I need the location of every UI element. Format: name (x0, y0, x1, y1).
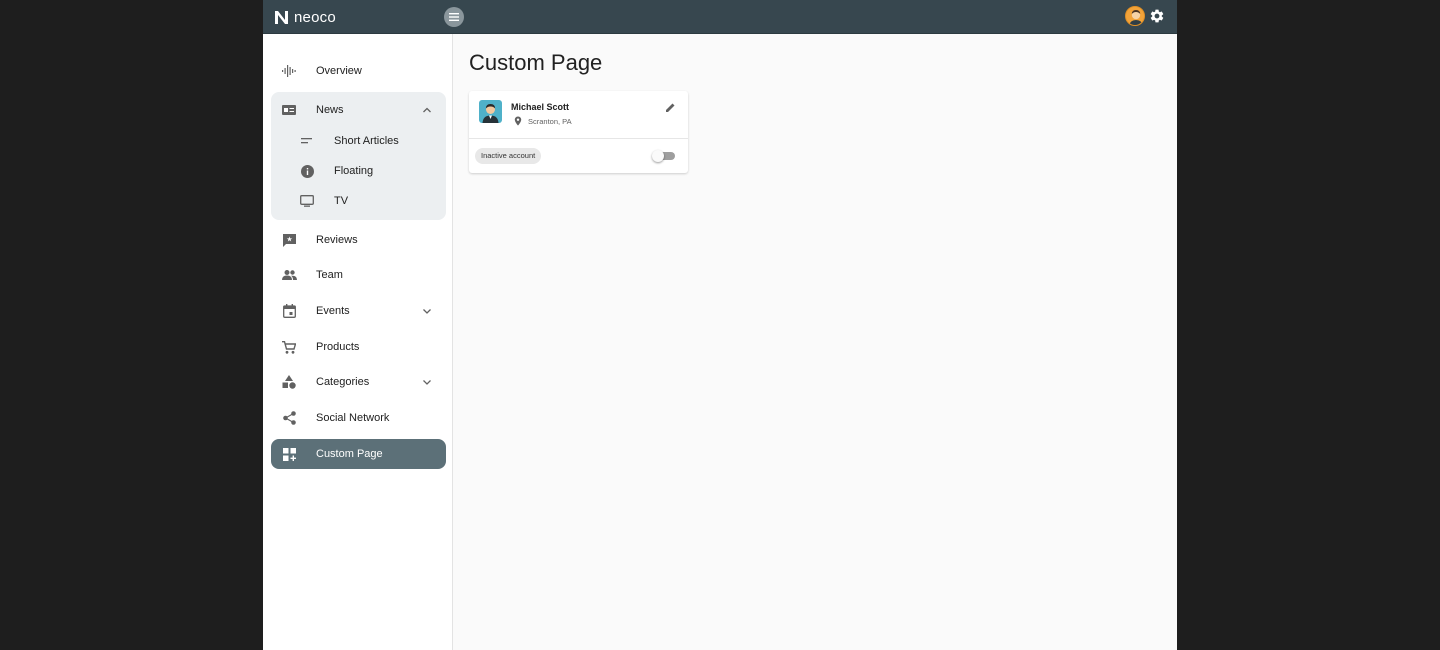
profile-card: Michael Scott Scranton, PA Inactive acco… (469, 91, 688, 173)
sidebar-nav: Overview News Short Articles Floating TV… (263, 34, 453, 650)
toggle-thumb (652, 150, 664, 162)
hamburger-icon (449, 13, 459, 21)
rate-review-icon (281, 232, 297, 248)
neoco-logo-icon (275, 10, 288, 24)
sidebar-item-label: News (316, 104, 344, 116)
chevron-down-icon (423, 380, 431, 385)
chevron-up-icon (423, 107, 431, 113)
account-active-toggle[interactable] (652, 150, 676, 162)
person-avatar-icon (482, 104, 499, 123)
menu-toggle-button[interactable] (444, 7, 464, 27)
brand-logo[interactable]: neoco (273, 8, 336, 26)
sidebar-item-label: Products (316, 341, 360, 353)
sidebar-item-label: Short Articles (334, 135, 399, 147)
brand-name: neoco (294, 8, 336, 26)
info-icon (299, 163, 315, 179)
calendar-icon (281, 303, 297, 319)
waveform-icon (281, 63, 297, 79)
sidebar-item-team[interactable]: Team (271, 260, 446, 290)
sidebar-item-label: Categories (316, 376, 370, 388)
category-icon (281, 374, 297, 390)
user-avatar-icon (1129, 10, 1143, 25)
sidebar-item-reviews[interactable]: Reviews (271, 225, 446, 255)
sidebar-item-label: Reviews (316, 234, 358, 246)
sidebar-item-label: Social Network (316, 412, 390, 424)
sidebar-subitem-tv[interactable]: TV (279, 186, 446, 216)
sidebar-item-label: Events (316, 305, 350, 317)
sidebar-item-label: Custom Page (316, 448, 383, 460)
sidebar-item-categories[interactable]: Categories (271, 367, 446, 397)
short-text-icon (299, 133, 315, 149)
profile-location: Scranton, PA (528, 117, 572, 126)
cart-icon (281, 339, 297, 355)
sidebar-item-overview[interactable]: Overview (271, 56, 446, 86)
newspaper-icon (281, 102, 297, 118)
sidebar-item-label: Team (316, 269, 343, 281)
dashboard-customize-icon (281, 446, 297, 462)
sidebar-item-label: Overview (316, 65, 362, 77)
sidebar-item-custom-page[interactable]: Custom Page (271, 439, 446, 469)
sidebar-item-products[interactable]: Products (271, 332, 446, 362)
share-icon (281, 410, 297, 426)
tv-icon (299, 193, 315, 209)
app-window: neoco Overview News Short Articles Float… (263, 0, 1177, 650)
card-divider (469, 138, 688, 139)
sidebar-item-events[interactable]: Events (271, 296, 446, 326)
edit-pencil-icon[interactable] (665, 102, 676, 113)
top-app-bar: neoco (263, 0, 1177, 34)
status-badge: Inactive account (475, 148, 542, 164)
settings-gear-icon[interactable] (1149, 8, 1165, 24)
sidebar-subitem-floating[interactable]: Floating (279, 156, 446, 186)
people-icon (281, 267, 297, 283)
sidebar-item-news[interactable]: News (271, 95, 446, 125)
location-pin-icon (514, 116, 522, 126)
news-group: News Short Articles Floating TV (271, 92, 446, 220)
chevron-down-icon (423, 309, 431, 314)
sidebar-subitem-short-articles[interactable]: Short Articles (279, 126, 446, 156)
page-title: Custom Page (469, 50, 603, 75)
sidebar-item-label: TV (334, 195, 349, 207)
sidebar-item-label: Floating (334, 165, 374, 177)
avatar (479, 100, 502, 123)
profile-name: Michael Scott (511, 102, 570, 112)
sidebar-item-social-network[interactable]: Social Network (271, 403, 446, 433)
user-avatar-button[interactable] (1125, 6, 1145, 26)
